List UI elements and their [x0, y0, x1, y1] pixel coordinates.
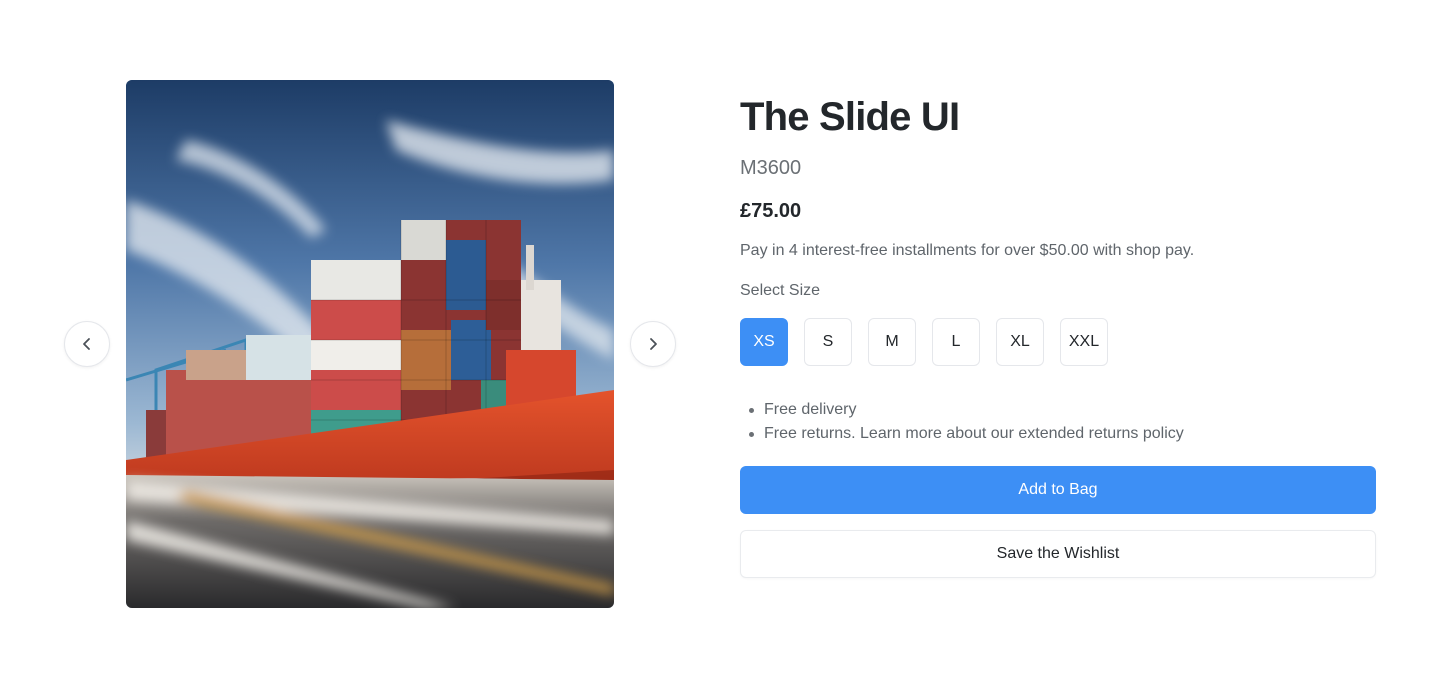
size-option[interactable]: M [868, 318, 916, 366]
feature-item: Free delivery [740, 398, 1376, 422]
size-label: Select Size [740, 282, 821, 299]
size-option[interactable]: XL [996, 318, 1044, 366]
product-details: The Slide UI M3600 £75.00 Pay in 4 inter… [740, 92, 1376, 578]
installments-note: Pay in 4 interest-free installments for … [740, 242, 1195, 259]
product-image [126, 80, 614, 608]
save-wishlist-button[interactable]: Save the Wishlist [740, 530, 1376, 578]
carousel-next-button[interactable] [630, 321, 676, 367]
chevron-right-icon [650, 338, 657, 350]
product-sku: M3600 [740, 157, 802, 179]
chevron-left-icon [83, 338, 90, 350]
size-option[interactable]: S [804, 318, 852, 366]
product-carousel [64, 80, 676, 608]
carousel-prev-button[interactable] [64, 321, 110, 367]
size-option[interactable]: XS [740, 318, 788, 366]
add-to-bag-button[interactable]: Add to Bag [740, 466, 1376, 514]
feature-list: Free delivery Free returns. Learn more a… [740, 398, 1376, 446]
product-price: £75.00 [740, 200, 802, 222]
size-option[interactable]: L [932, 318, 980, 366]
feature-item: Free returns. Learn more about our exten… [740, 422, 1376, 446]
product-page: The Slide UI M3600 £75.00 Pay in 4 inter… [0, 0, 1440, 688]
size-option[interactable]: XXL [1060, 318, 1108, 366]
product-title: The Slide UI [740, 95, 960, 139]
size-selector: XS S M L XL XXL [740, 318, 1376, 366]
